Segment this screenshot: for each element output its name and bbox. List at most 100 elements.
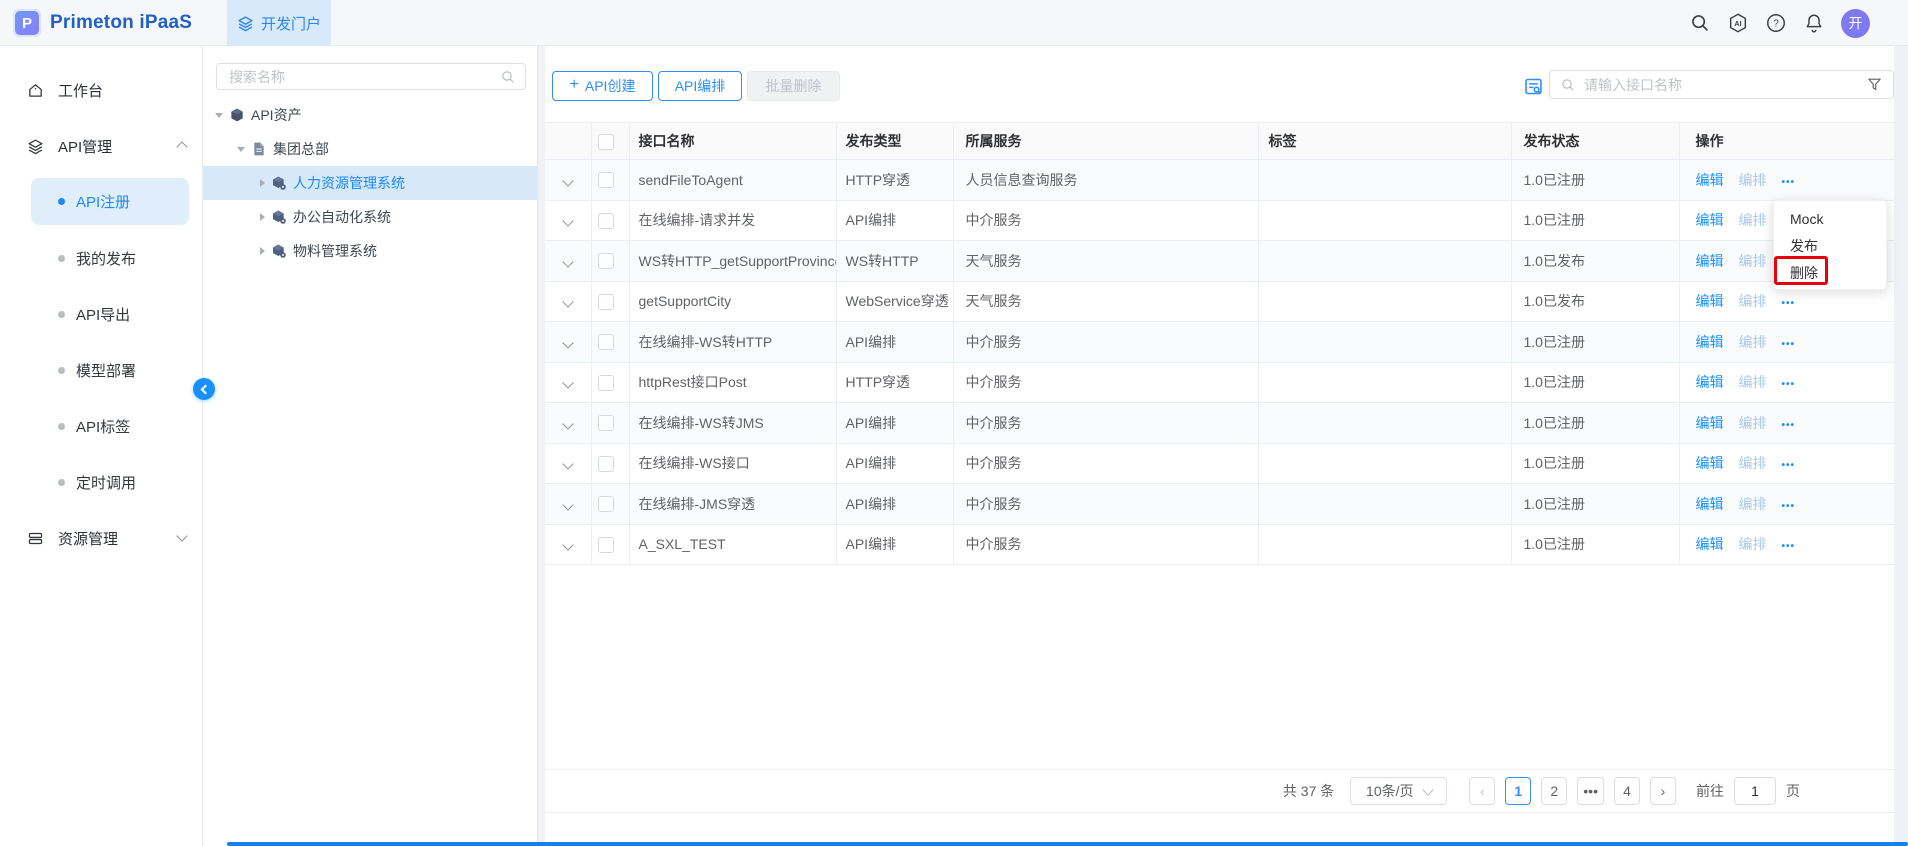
row-expand-chevron[interactable] bbox=[562, 216, 573, 227]
advanced-search-icon[interactable] bbox=[1523, 76, 1544, 97]
orchestrate-link[interactable]: 编排 bbox=[1739, 536, 1767, 552]
page-number-button[interactable]: ••• bbox=[1577, 777, 1604, 805]
orchestrate-link[interactable]: 编排 bbox=[1739, 496, 1767, 512]
row-expand-chevron[interactable] bbox=[562, 499, 573, 510]
orchestrate-link[interactable]: 编排 bbox=[1739, 415, 1767, 431]
row-checkbox[interactable] bbox=[598, 294, 614, 310]
sidebar-item-resource-management[interactable]: 资源管理 bbox=[0, 510, 202, 566]
table-row[interactable]: WS转HTTP_getSupportProvince WS转HTTP 天气服务 … bbox=[545, 241, 1894, 282]
api-create-button[interactable]: + API创建 bbox=[552, 71, 653, 101]
prev-page-button[interactable]: ‹ bbox=[1469, 777, 1495, 805]
table-row[interactable]: 在线编排-WS接口 API编排 中介服务 1.0已注册 编辑编排••• bbox=[545, 443, 1894, 484]
user-avatar[interactable]: 开 bbox=[1841, 9, 1870, 38]
caret-down-icon[interactable] bbox=[237, 147, 245, 152]
caret-right-icon[interactable] bbox=[260, 213, 265, 221]
edit-link[interactable]: 编辑 bbox=[1696, 455, 1724, 471]
tree-search-input[interactable] bbox=[217, 69, 500, 85]
table-row[interactable]: getSupportCity WebService穿透 天气服务 1.0已发布 … bbox=[545, 281, 1894, 322]
orchestrate-link[interactable]: 编排 bbox=[1739, 253, 1767, 269]
row-expand-chevron[interactable] bbox=[562, 175, 573, 186]
more-actions-button[interactable]: ••• bbox=[1782, 460, 1796, 471]
sidebar-subitem[interactable]: API标签 bbox=[0, 398, 202, 454]
api-orchestrate-button[interactable]: API编排 bbox=[658, 71, 742, 101]
more-actions-button[interactable]: ••• bbox=[1782, 420, 1796, 431]
notification-bell-icon[interactable] bbox=[1803, 12, 1825, 34]
row-expand-chevron[interactable] bbox=[562, 256, 573, 267]
tree-node-system[interactable]: 人力资源管理系统 bbox=[203, 166, 537, 200]
help-icon[interactable]: ? bbox=[1765, 12, 1787, 34]
edit-link[interactable]: 编辑 bbox=[1696, 415, 1724, 431]
ai-assistant-icon[interactable]: AI bbox=[1727, 12, 1749, 34]
page-number-button[interactable]: 2 bbox=[1541, 777, 1567, 805]
orchestrate-link[interactable]: 编排 bbox=[1739, 334, 1767, 350]
filter-funnel-icon[interactable] bbox=[1866, 76, 1883, 93]
table-row[interactable]: 在线编排-请求并发 API编排 中介服务 1.0已注册 编辑编排••• bbox=[545, 200, 1894, 241]
more-actions-button[interactable]: ••• bbox=[1782, 541, 1796, 552]
row-expand-chevron[interactable] bbox=[562, 378, 573, 389]
orchestrate-link[interactable]: 编排 bbox=[1739, 212, 1767, 228]
search-icon[interactable] bbox=[1689, 12, 1711, 34]
api-search-input[interactable] bbox=[1584, 77, 1866, 93]
batch-delete-button[interactable]: 批量删除 bbox=[747, 71, 840, 101]
table-row[interactable]: A_SXL_TEST API编排 中介服务 1.0已注册 编辑编排••• bbox=[545, 524, 1894, 565]
row-expand-chevron[interactable] bbox=[562, 418, 573, 429]
more-actions-button[interactable]: ••• bbox=[1782, 177, 1796, 188]
sidebar-subitem[interactable]: 定时调用 bbox=[0, 454, 202, 510]
search-icon[interactable] bbox=[500, 69, 516, 85]
sidebar-subitem[interactable]: API注册 bbox=[31, 178, 189, 225]
edit-link[interactable]: 编辑 bbox=[1696, 374, 1724, 390]
row-checkbox[interactable] bbox=[598, 213, 614, 229]
row-expand-chevron[interactable] bbox=[562, 459, 573, 470]
caret-down-icon[interactable] bbox=[215, 113, 223, 118]
goto-page-input[interactable] bbox=[1734, 777, 1776, 805]
row-checkbox[interactable] bbox=[598, 537, 614, 553]
tab-dev-portal[interactable]: 开发门户 bbox=[227, 0, 331, 46]
sidebar-subitem[interactable]: API导出 bbox=[0, 286, 202, 342]
select-all-checkbox[interactable] bbox=[598, 134, 614, 150]
horizontal-scrollbar[interactable] bbox=[227, 842, 1908, 846]
dropdown-menu-item[interactable]: 发布 bbox=[1774, 233, 1886, 260]
table-row[interactable]: httpRest接口Post HTTP穿透 中介服务 1.0已注册 编辑编排••… bbox=[545, 362, 1894, 403]
more-actions-button[interactable]: ••• bbox=[1782, 379, 1796, 390]
sidebar-item-workbench[interactable]: 工作台 bbox=[0, 62, 202, 118]
orchestrate-link[interactable]: 编排 bbox=[1739, 293, 1767, 309]
row-checkbox[interactable] bbox=[598, 375, 614, 391]
tree-node-system[interactable]: 物料管理系统 bbox=[203, 234, 537, 268]
table-row[interactable]: 在线编排-WS转HTTP API编排 中介服务 1.0已注册 编辑编排••• bbox=[545, 322, 1894, 363]
table-row[interactable]: 在线编排-WS转JMS API编排 中介服务 1.0已注册 编辑编排••• bbox=[545, 403, 1894, 444]
edit-link[interactable]: 编辑 bbox=[1696, 212, 1724, 228]
sidebar-item-api-management[interactable]: API管理 bbox=[0, 118, 202, 174]
dropdown-menu-item[interactable]: Mock bbox=[1774, 206, 1886, 233]
edit-link[interactable]: 编辑 bbox=[1696, 536, 1724, 552]
row-checkbox[interactable] bbox=[598, 172, 614, 188]
table-row[interactable]: 在线编排-JMS穿透 API编排 中介服务 1.0已注册 编辑编排••• bbox=[545, 484, 1894, 525]
edit-link[interactable]: 编辑 bbox=[1696, 253, 1724, 269]
caret-right-icon[interactable] bbox=[260, 179, 265, 187]
edit-link[interactable]: 编辑 bbox=[1696, 172, 1724, 188]
edit-link[interactable]: 编辑 bbox=[1696, 496, 1724, 512]
row-checkbox[interactable] bbox=[598, 456, 614, 472]
next-page-button[interactable]: › bbox=[1650, 777, 1676, 805]
edit-link[interactable]: 编辑 bbox=[1696, 334, 1724, 350]
tree-node-api-assets[interactable]: API资产 bbox=[203, 98, 537, 132]
row-checkbox[interactable] bbox=[598, 496, 614, 512]
table-row[interactable]: sendFileToAgent HTTP穿透 人员信息查询服务 1.0已注册 编… bbox=[545, 160, 1894, 201]
tree-node-group-hq[interactable]: 集团总部 bbox=[203, 132, 537, 166]
more-actions-button[interactable]: ••• bbox=[1782, 501, 1796, 512]
edit-link[interactable]: 编辑 bbox=[1696, 293, 1724, 309]
page-size-select[interactable]: 10条/页 bbox=[1350, 777, 1447, 805]
dropdown-menu-item[interactable]: 删除 bbox=[1774, 260, 1886, 287]
more-actions-button[interactable]: ••• bbox=[1782, 298, 1796, 309]
page-number-button[interactable]: 4 bbox=[1614, 777, 1640, 805]
orchestrate-link[interactable]: 编排 bbox=[1739, 455, 1767, 471]
row-expand-chevron[interactable] bbox=[562, 297, 573, 308]
tree-collapse-button[interactable] bbox=[193, 378, 215, 400]
row-checkbox[interactable] bbox=[598, 415, 614, 431]
sidebar-subitem[interactable]: 我的发布 bbox=[0, 230, 202, 286]
more-actions-button[interactable]: ••• bbox=[1782, 339, 1796, 350]
caret-right-icon[interactable] bbox=[260, 247, 265, 255]
orchestrate-link[interactable]: 编排 bbox=[1739, 172, 1767, 188]
tree-node-system[interactable]: 办公自动化系统 bbox=[203, 200, 537, 234]
row-checkbox[interactable] bbox=[598, 334, 614, 350]
row-expand-chevron[interactable] bbox=[562, 540, 573, 551]
